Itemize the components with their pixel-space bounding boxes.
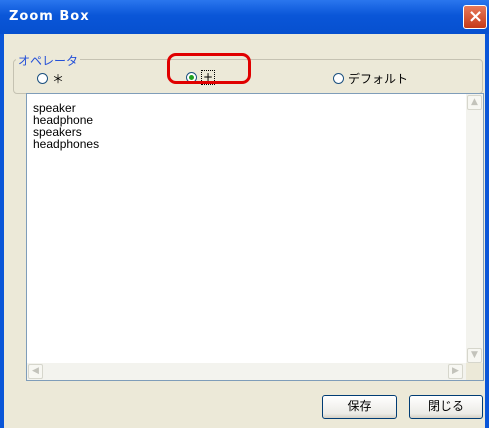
radio-default[interactable]: デフォルト — [333, 70, 408, 87]
zoom-box-window: Zoom Box × オペレータ ＊ + デフォルト speaker headp… — [0, 0, 489, 428]
horizontal-scrollbar[interactable]: ◀ ▶ — [27, 363, 466, 380]
keyword-listbox[interactable]: speaker headphone speakers headphones ▲ … — [26, 93, 484, 381]
scrollbar-corner — [466, 363, 483, 380]
close-window-button[interactable]: × — [463, 5, 487, 29]
scroll-left-icon[interactable]: ◀ — [28, 364, 43, 379]
close-icon: × — [468, 6, 484, 27]
radio-asterisk[interactable]: ＊ — [37, 70, 64, 87]
radio-circle-asterisk[interactable] — [37, 73, 48, 84]
highlight-annotation — [167, 53, 251, 84]
radio-circle-default[interactable] — [333, 73, 344, 84]
radio-default-label: デフォルト — [348, 72, 409, 86]
scroll-down-icon[interactable]: ▼ — [467, 348, 482, 363]
list-item[interactable]: headphones — [33, 138, 99, 150]
radio-asterisk-label: ＊ — [52, 72, 65, 86]
title-bar[interactable]: Zoom Box × — [0, 0, 489, 34]
scroll-right-icon[interactable]: ▶ — [448, 364, 463, 379]
close-button[interactable]: 閉じる — [409, 395, 483, 419]
operator-group-legend: オペレータ — [16, 52, 81, 69]
window-title: Zoom Box — [9, 9, 90, 24]
scroll-up-icon[interactable]: ▲ — [467, 95, 482, 110]
vertical-scrollbar[interactable]: ▲ ▼ — [466, 94, 483, 364]
list-items: speaker headphone speakers headphones — [33, 102, 99, 150]
save-button[interactable]: 保存 — [322, 395, 397, 419]
